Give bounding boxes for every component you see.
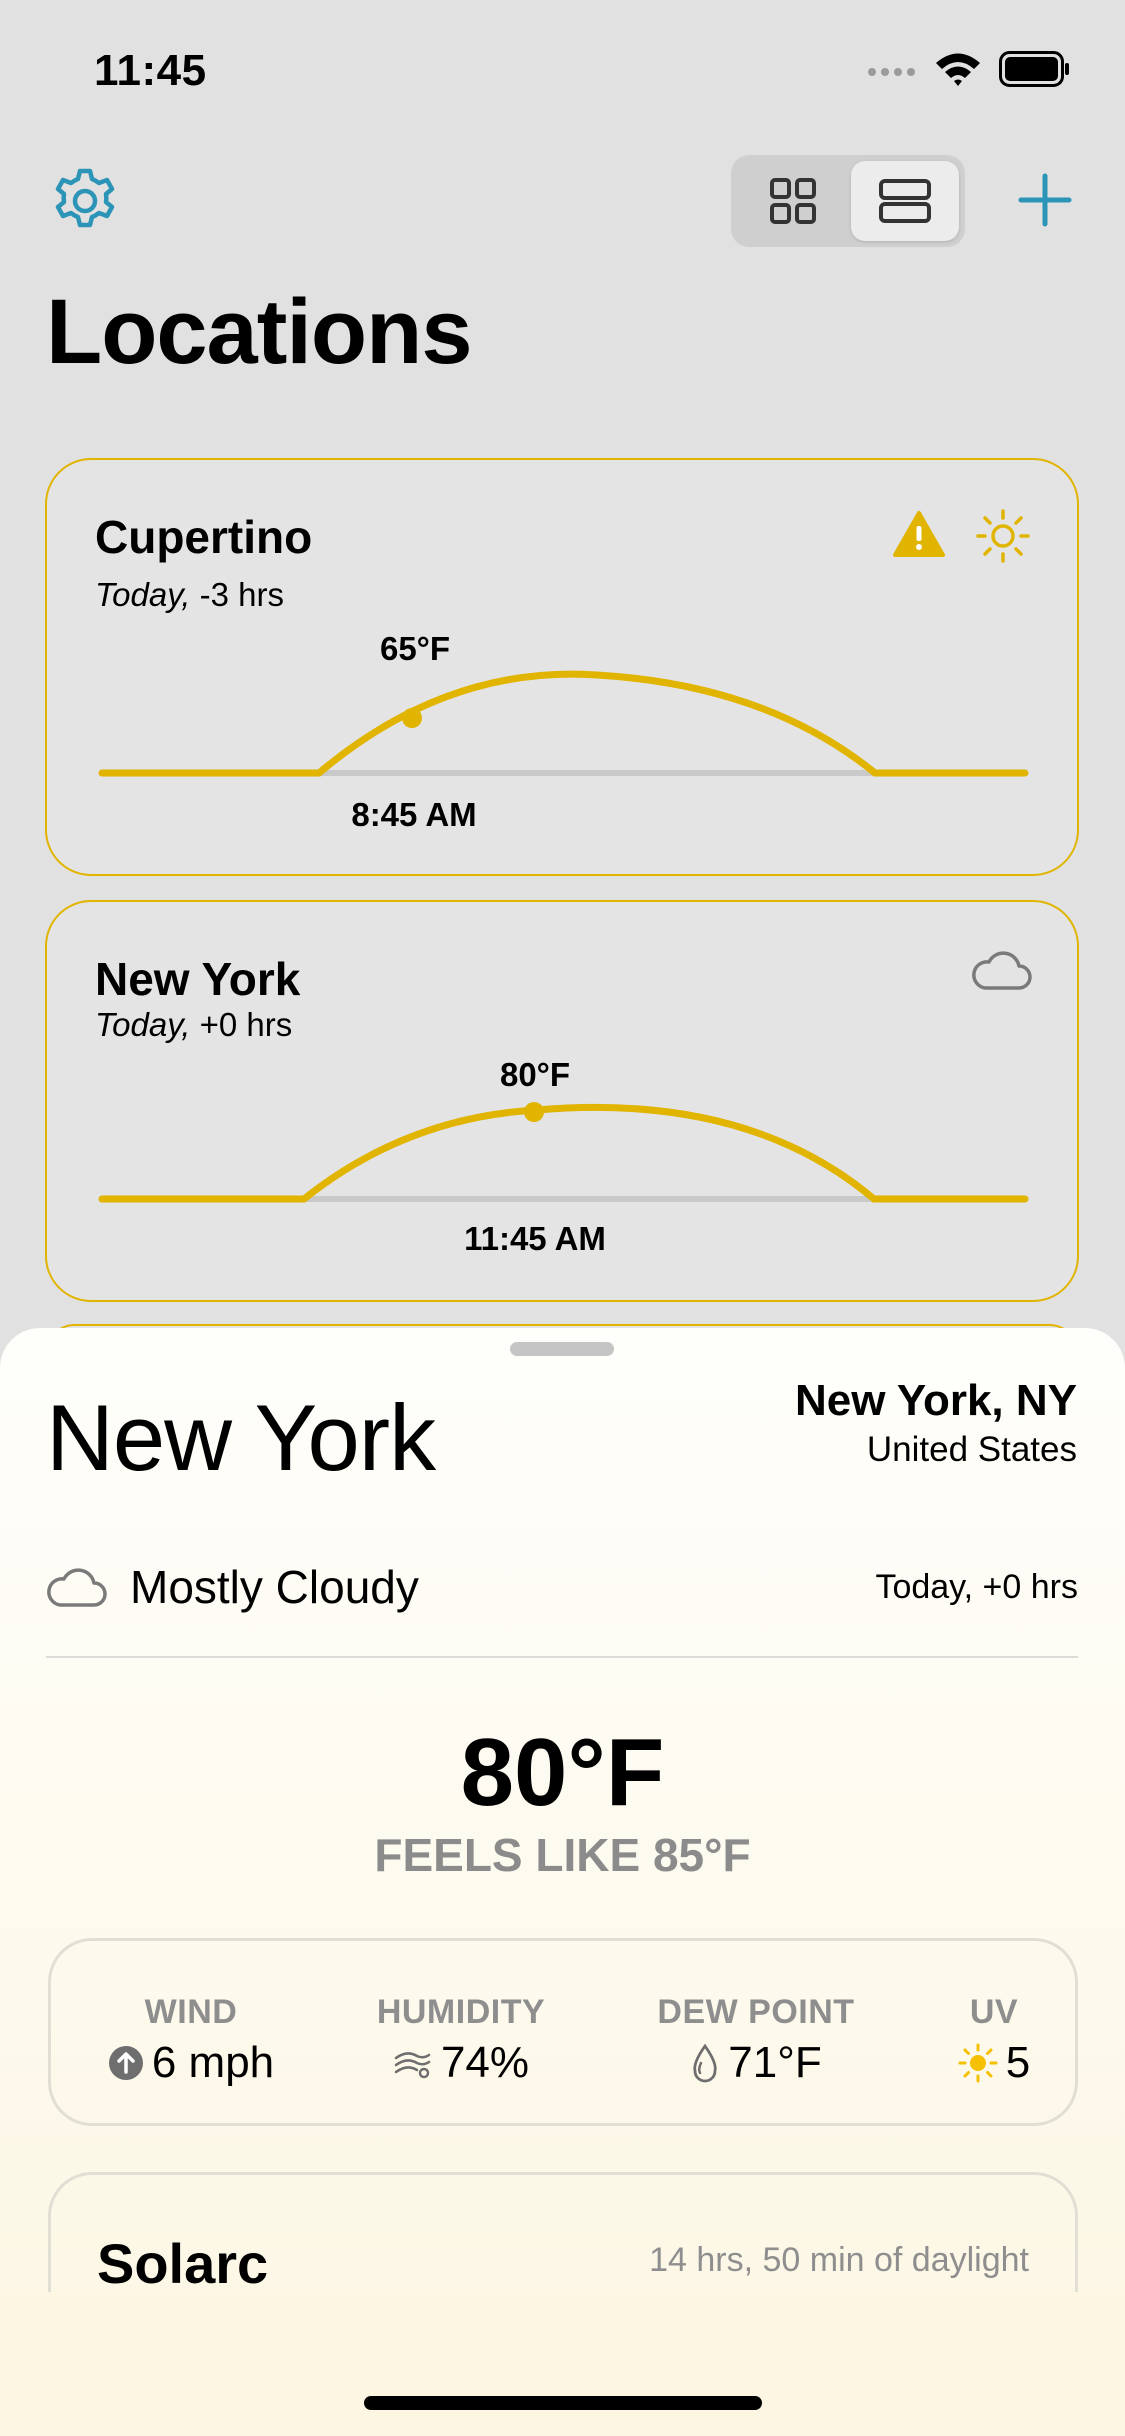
page-title: Locations: [46, 281, 472, 383]
detail-country: United States: [866, 1430, 1077, 1469]
detail-region-name: New York, NY: [794, 1376, 1077, 1425]
stat-value: 5: [1005, 2038, 1031, 2087]
status-time: 11:45: [94, 46, 207, 95]
stat-value: 6 mph: [151, 2038, 275, 2087]
cellular-signal-icon: [868, 68, 915, 76]
condition-time-offset: Today, +0 hrs: [875, 1567, 1078, 1606]
list-view-button[interactable]: [851, 161, 959, 241]
sheet-bottom-mask: [0, 2292, 1125, 2436]
current-temperature: 80°F: [460, 1719, 665, 1826]
location-card-cupertino[interactable]: Cupertino Today, -3 hrs 65°F 8:45 AM: [45, 458, 1079, 876]
add-location-button[interactable]: [1015, 170, 1075, 230]
stat-value: 71°F: [728, 2038, 822, 2087]
sun-icon: [958, 2043, 998, 2083]
solarc-title: Solarc: [97, 2232, 269, 2295]
stat-humidity: HUMIDITY 74%: [351, 1993, 571, 2088]
stat-label: HUMIDITY: [376, 1993, 546, 2031]
stat-wind: WIND 6 mph: [101, 1993, 281, 2088]
sheet-grabber[interactable]: [510, 1342, 614, 1356]
grid-view-icon: [770, 178, 816, 224]
settings-button[interactable]: [50, 166, 120, 236]
location-card-new-york[interactable]: New York Today, +0 hrs 80°F 11:45 AM: [45, 900, 1079, 1302]
status-icons: [867, 50, 1071, 88]
sun-arc-chart: [98, 670, 1029, 777]
feels-like: FEELS LIKE 85°F: [374, 1829, 751, 1881]
detail-region: New York, NY United States: [795, 1376, 1077, 1470]
condition-text: Mostly Cloudy: [130, 1561, 419, 1613]
wifi-icon: [936, 53, 980, 86]
location-detail-sheet[interactable]: New York New York, NY United States Most…: [0, 1328, 1125, 2436]
cloud-icon: [47, 1568, 107, 1607]
stat-label: WIND: [144, 1993, 238, 2031]
home-indicator[interactable]: [364, 2396, 762, 2410]
stat-value: 74%: [440, 2038, 530, 2087]
condition-row: Mostly Cloudy Today, +0 hrs: [46, 1560, 1078, 1614]
current-sun-position: [402, 708, 422, 728]
weather-stats-card: WIND 6 mph HUMIDITY 74% DEW POINT 71°F U…: [48, 1938, 1078, 2126]
grid-view-button[interactable]: [739, 161, 847, 241]
divider: [46, 1656, 1078, 1658]
dew-point-icon: [693, 2043, 717, 2083]
solarc-daylight: 14 hrs, 50 min of daylight: [649, 2241, 1029, 2279]
list-view-icon: [879, 179, 931, 223]
arc-time-label: 11:45 AM: [464, 1220, 606, 1257]
stat-label: DEW POINT: [657, 1993, 855, 2031]
view-mode-toggle[interactable]: [731, 155, 965, 247]
plus-icon: [1018, 173, 1072, 227]
wind-direction-icon: [108, 2046, 143, 2080]
current-sun-position: [524, 1102, 544, 1122]
arc-time-label: 8:45 AM: [351, 796, 477, 833]
humidity-icon: [394, 2052, 431, 2079]
stat-label: UV: [969, 1993, 1019, 2031]
battery-icon: [999, 51, 1069, 87]
stat-uv: UV 5: [949, 1993, 1039, 2088]
stat-dew-point: DEW POINT 71°F: [641, 1993, 871, 2088]
gear-icon: [55, 168, 115, 228]
detail-city: New York: [46, 1385, 436, 1490]
